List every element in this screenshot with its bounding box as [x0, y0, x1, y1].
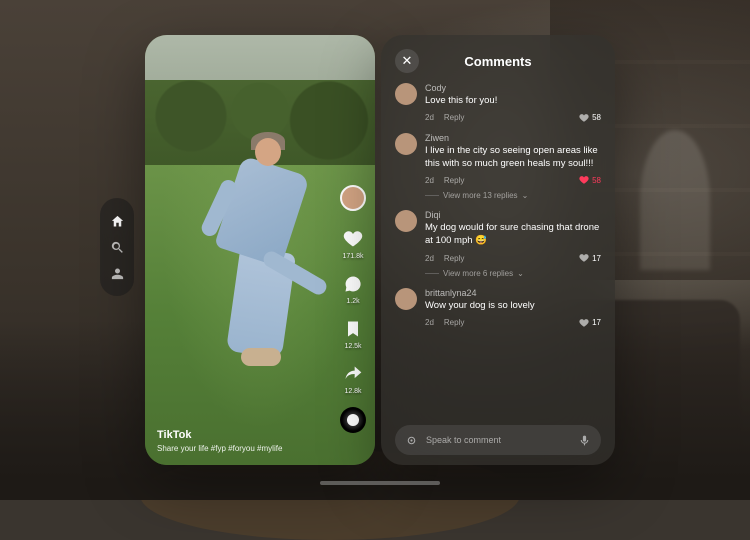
commenter-name[interactable]: brittanlyna24	[425, 288, 601, 298]
commenter-avatar[interactable]	[395, 288, 417, 310]
comment-time: 2d	[425, 176, 434, 185]
reply-button[interactable]: Reply	[444, 176, 464, 185]
comment-like-button[interactable]: 17	[579, 318, 601, 328]
comment-like-button[interactable]: 17	[579, 253, 601, 263]
reply-button[interactable]: Reply	[444, 254, 464, 263]
video-feed-panel[interactable]: 171.8k 1.2k 12.5k 12.8k TikTok Share you…	[145, 35, 375, 465]
comments-title: Comments	[395, 54, 601, 69]
comment-like-count: 58	[592, 176, 601, 185]
comment-text: I live in the city so seeing open areas …	[425, 145, 601, 171]
comment-icon	[341, 272, 365, 296]
like-count: 171.8k	[342, 253, 363, 260]
share-count: 12.8k	[344, 388, 361, 395]
comment-time: 2d	[425, 254, 434, 263]
voice-input-icon	[405, 434, 418, 447]
comment-input[interactable]: Speak to comment	[395, 425, 601, 455]
commenter-name[interactable]: Diqi	[425, 210, 601, 220]
commenter-name[interactable]: Cody	[425, 83, 601, 93]
mic-icon	[578, 434, 591, 447]
chevron-down-icon: ⌄	[517, 269, 524, 278]
comment-like-count: 17	[592, 254, 601, 263]
commenter-avatar[interactable]	[395, 83, 417, 105]
nav-profile[interactable]	[109, 265, 125, 281]
home-indicator[interactable]	[320, 481, 440, 485]
comment-button[interactable]: 1.2k	[341, 272, 365, 305]
reply-button[interactable]: Reply	[444, 113, 464, 122]
comment-like-button[interactable]: 58	[579, 113, 601, 123]
nav-home[interactable]	[109, 213, 125, 229]
mic-button[interactable]	[578, 434, 591, 447]
comment-count: 1.2k	[346, 298, 359, 305]
commenter-avatar[interactable]	[395, 210, 417, 232]
video-action-rail: 171.8k 1.2k 12.5k 12.8k	[339, 185, 367, 433]
comments-list[interactable]: Cody Love this for you! 2d Reply 58 Ziwen I li…	[395, 83, 601, 417]
input-placeholder: Speak to comment	[426, 435, 570, 445]
bookmark-icon	[341, 317, 365, 341]
comment-time: 2d	[425, 318, 434, 327]
close-button[interactable]: ✕	[395, 49, 419, 73]
nav-search[interactable]	[109, 239, 125, 255]
comment-like-count: 58	[592, 113, 601, 122]
comment-item: brittanlyna24 Wow your dog is so lovely 2d…	[395, 288, 601, 328]
commenter-avatar[interactable]	[395, 133, 417, 155]
video-username[interactable]: TikTok	[157, 429, 363, 441]
creator-avatar[interactable]	[340, 185, 366, 211]
comment-text: My dog would for sure chasing that drone…	[425, 222, 601, 248]
comment-item: Ziwen I live in the city so seeing open a…	[395, 133, 601, 186]
close-icon: ✕	[402, 53, 413, 69]
video-caption-area: TikTok Share your life #fyp #foryou #myl…	[157, 429, 363, 453]
share-button[interactable]: 12.8k	[341, 362, 365, 395]
comment-item: Cody Love this for you! 2d Reply 58	[395, 83, 601, 123]
video-person	[193, 130, 323, 360]
share-icon	[341, 362, 365, 386]
side-nav	[100, 198, 134, 296]
app-window: 171.8k 1.2k 12.5k 12.8k TikTok Share you…	[145, 35, 615, 465]
comment-like-button[interactable]: 58	[579, 175, 601, 185]
comment-like-count: 17	[592, 318, 601, 327]
comment-text: Wow your dog is so lovely	[425, 300, 601, 313]
commenter-name[interactable]: Ziwen	[425, 133, 601, 143]
view-more-replies[interactable]: View more 13 replies ⌄	[425, 191, 601, 200]
save-count: 12.5k	[344, 343, 361, 350]
comments-header: ✕ Comments	[395, 49, 601, 73]
comment-time: 2d	[425, 113, 434, 122]
chevron-down-icon: ⌄	[522, 191, 529, 200]
heart-icon	[341, 227, 365, 251]
view-more-replies[interactable]: View more 6 replies ⌄	[425, 269, 601, 278]
reply-button[interactable]: Reply	[444, 318, 464, 327]
comment-text: Love this for you!	[425, 95, 601, 108]
comment-item: Diqi My dog would for sure chasing that d…	[395, 210, 601, 263]
save-button[interactable]: 12.5k	[341, 317, 365, 350]
comments-panel: ✕ Comments Cody Love this for you! 2d Reply…	[381, 35, 615, 465]
like-button[interactable]: 171.8k	[341, 227, 365, 260]
video-caption[interactable]: Share your life #fyp #foryou #mylife	[157, 444, 363, 453]
